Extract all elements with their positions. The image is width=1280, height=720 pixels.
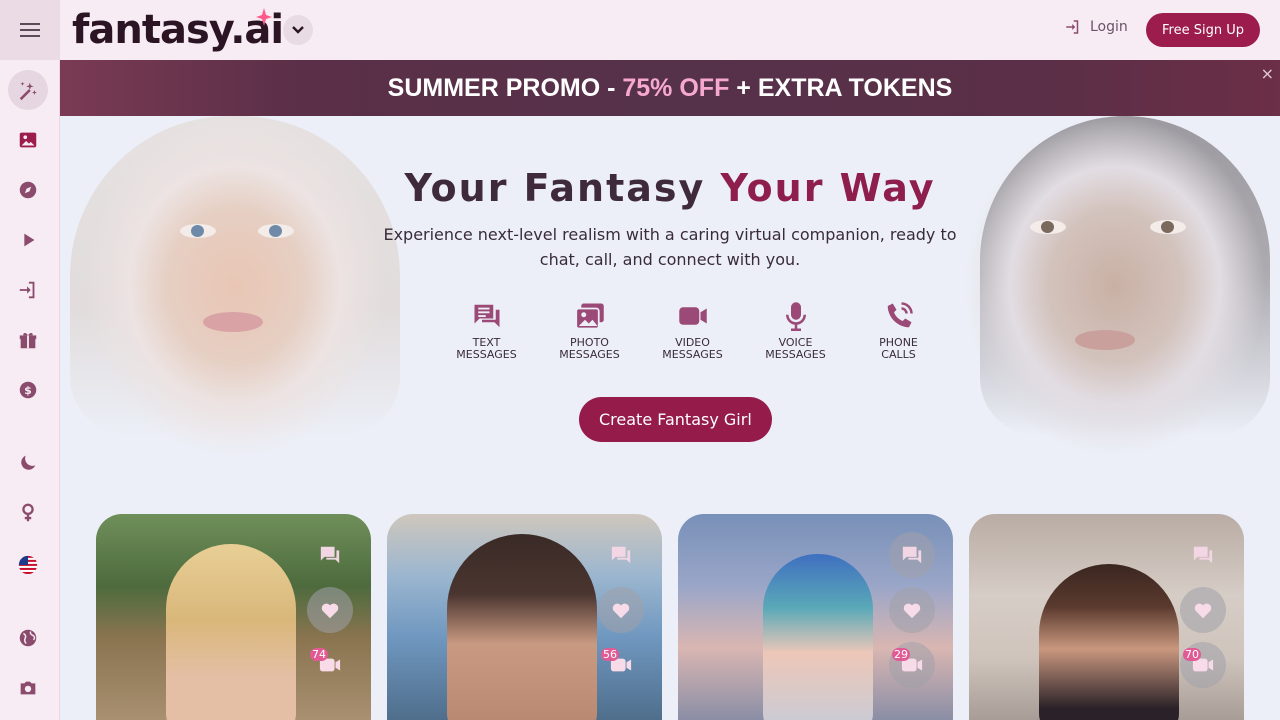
favorite-button[interactable]	[307, 587, 353, 633]
compass-icon[interactable]	[8, 170, 48, 210]
create-fantasy-girl-button[interactable]: Create Fantasy Girl	[579, 397, 772, 442]
login-label: Login	[1090, 19, 1128, 35]
photo-messages-icon	[574, 303, 604, 330]
favorite-button[interactable]	[1180, 587, 1226, 633]
close-icon[interactable]: ×	[1261, 64, 1274, 83]
favorite-button[interactable]	[598, 587, 644, 633]
dollar-icon[interactable]: $	[8, 370, 48, 410]
free-sign-up-button[interactable]: Free Sign Up	[1146, 13, 1260, 47]
hero-section: Your Fantasy Your Way Experience next-le…	[60, 116, 1280, 496]
sidebar: $	[0, 0, 60, 720]
login-icon	[1066, 20, 1079, 34]
feature-text-messages: TEXT MESSAGES	[435, 301, 538, 361]
svg-text:$: $	[24, 384, 32, 397]
video-count-badge: 70	[1183, 648, 1201, 661]
promo-text: SUMMER PROMO - 75% OFF + EXTRA TOKENS	[387, 73, 953, 102]
chat-button[interactable]	[598, 532, 644, 578]
promo-highlight: 75% OFF	[622, 73, 730, 102]
menu-button[interactable]	[0, 0, 60, 60]
heart-icon	[321, 603, 339, 619]
feature-photo-messages: PHOTO MESSAGES	[538, 301, 641, 361]
voice-messages-icon	[785, 302, 806, 331]
text-messages-icon	[474, 304, 499, 328]
character-card[interactable]: 74	[96, 514, 371, 720]
feature-video-messages: VIDEO MESSAGES	[641, 301, 744, 361]
female-icon[interactable]	[8, 493, 48, 533]
us-flag-icon[interactable]	[8, 545, 48, 585]
phone-calls-icon	[887, 302, 913, 328]
heart-icon	[612, 603, 630, 619]
top-bar: fantasy.ai Login Free Sign Up	[60, 0, 1280, 60]
chevron-down-icon	[292, 26, 304, 34]
globe-icon[interactable]	[8, 618, 48, 658]
video-count-badge: 29	[892, 648, 910, 661]
chat-button[interactable]	[889, 532, 935, 578]
video-count-badge: 56	[601, 648, 619, 661]
login-link[interactable]: Login	[1064, 18, 1128, 36]
character-card[interactable]: 29	[678, 514, 953, 720]
video-messages-icon	[678, 307, 707, 325]
chat-button[interactable]	[307, 532, 353, 578]
gift-icon[interactable]	[8, 320, 48, 360]
feature-list: TEXT MESSAGES PHOTO MESSAGES VIDEO MESSAGES…	[435, 301, 950, 361]
logo-dropdown-button[interactable]	[283, 15, 313, 45]
play-icon[interactable]	[8, 220, 48, 260]
video-count-badge: 74	[310, 648, 328, 661]
hamburger-icon	[20, 23, 40, 37]
logo[interactable]: fantasy.ai	[72, 6, 284, 54]
gallery-icon[interactable]	[8, 120, 48, 160]
chat-icon	[1193, 546, 1213, 564]
character-card[interactable]: 70	[969, 514, 1244, 720]
chat-icon	[320, 546, 340, 564]
character-card[interactable]: 56	[387, 514, 662, 720]
favorite-button[interactable]	[889, 587, 935, 633]
heart-icon	[903, 603, 921, 619]
chat-icon	[611, 546, 631, 564]
chat-icon	[902, 546, 922, 564]
camera-icon[interactable]	[8, 668, 48, 708]
chat-button[interactable]	[1180, 532, 1226, 578]
promo-banner[interactable]: SUMMER PROMO - 75% OFF + EXTRA TOKENS ×	[60, 60, 1280, 116]
feature-phone-calls: PHONE CALLS	[847, 301, 950, 361]
sparkle-icon	[256, 8, 272, 26]
magic-icon[interactable]	[8, 70, 48, 110]
moon-icon[interactable]	[8, 443, 48, 483]
hero-subtitle: Experience next-level realism with a car…	[383, 225, 957, 269]
feature-voice-messages: VOICE MESSAGES	[744, 301, 847, 361]
login-icon[interactable]	[8, 270, 48, 310]
heart-icon	[1194, 603, 1212, 619]
hero-title: Your Fantasy Your Way	[404, 166, 936, 210]
